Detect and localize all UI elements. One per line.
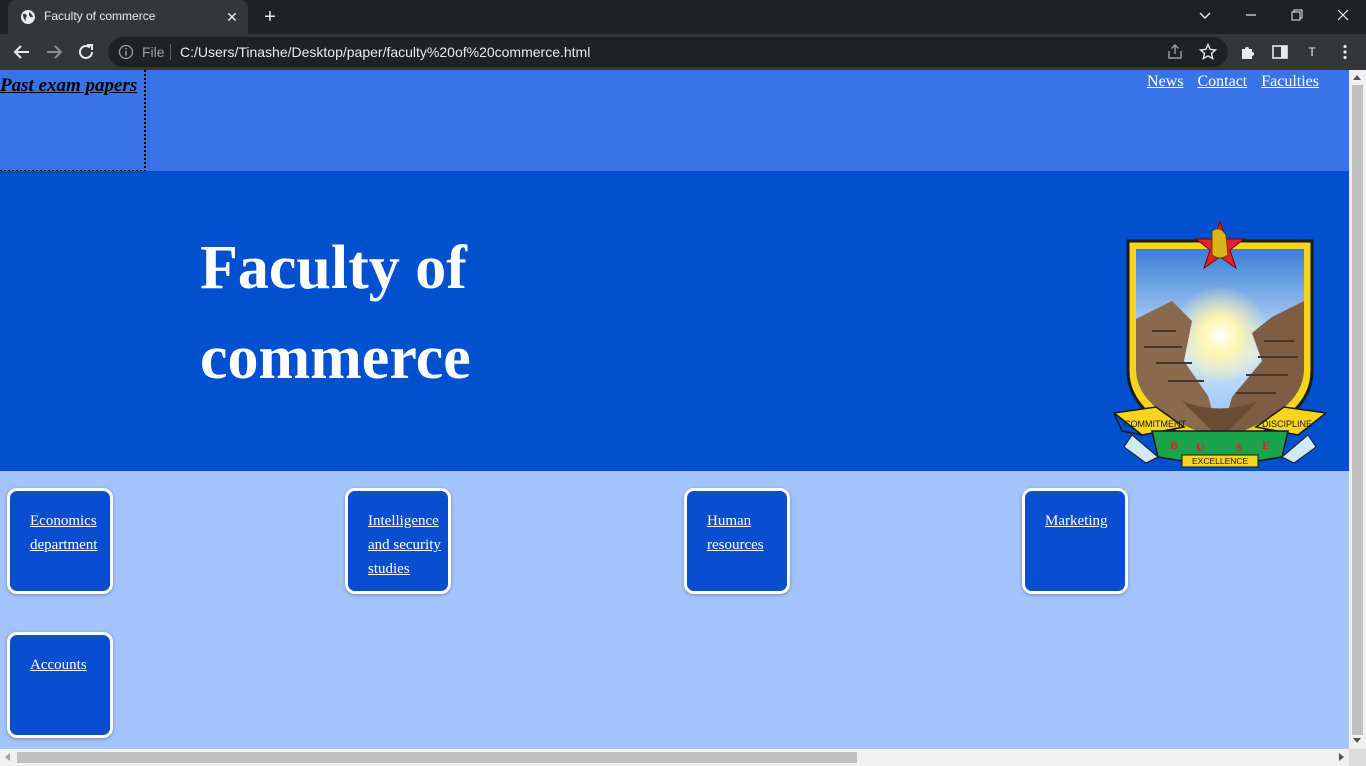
page-viewport: Past exam papers News Contact Faculties …	[0, 70, 1349, 749]
nav-news-link[interactable]: News	[1147, 73, 1183, 90]
crest-letter-b: B	[1170, 438, 1178, 452]
address-divider	[170, 44, 171, 60]
info-icon[interactable]	[118, 44, 134, 60]
hero-banner: Faculty of commerce COMMITMENT DISCIPLIN…	[0, 171, 1349, 471]
vertical-scroll-thumb[interactable]	[1352, 85, 1363, 735]
crest-letter-s: S	[1236, 440, 1243, 454]
minimize-icon	[1246, 14, 1256, 16]
forward-button[interactable]	[41, 39, 67, 65]
nav-contact-link[interactable]: Contact	[1197, 73, 1247, 90]
crest-motto-right: DISCIPLINE	[1262, 419, 1312, 429]
more-menu-icon[interactable]	[1336, 43, 1354, 61]
close-window-button[interactable]	[1320, 0, 1366, 30]
share-icon[interactable]	[1166, 43, 1184, 61]
accounts-link[interactable]: Accounts	[30, 653, 110, 677]
dept-card-intelligence[interactable]: Intelligence and security studies	[345, 488, 451, 594]
scrollbar-corner	[1349, 749, 1366, 766]
restore-button[interactable]	[1274, 0, 1320, 30]
tab-strip: Faculty of commerce ✕ +	[0, 0, 1366, 34]
site-header: Past exam papers News Contact Faculties	[0, 70, 1349, 172]
arrow-right-icon	[47, 45, 63, 59]
marketing-link[interactable]: Marketing	[1045, 509, 1125, 533]
bookmark-star-icon[interactable]	[1198, 42, 1218, 61]
profile-avatar[interactable]: T	[1301, 41, 1323, 63]
browser-toolbar: File C:/Users/Tinashe/Desktop/paper/facu…	[0, 34, 1366, 70]
minimize-button[interactable]	[1228, 0, 1274, 30]
human-resources-link[interactable]: Human resources	[707, 509, 787, 557]
crest-motto-bottom: EXCELLENCE	[1192, 456, 1249, 466]
horizontal-scrollbar[interactable]	[0, 749, 1349, 766]
file-scheme-label: File	[142, 44, 165, 60]
browser-tab[interactable]: Faculty of commerce ✕	[8, 0, 248, 34]
economics-department-link[interactable]: Economics department	[30, 509, 110, 557]
intelligence-security-link[interactable]: Intelligence and security studies	[368, 509, 448, 581]
arrow-left-icon	[13, 45, 29, 59]
dept-card-economics[interactable]: Economics department	[7, 488, 113, 594]
close-icon	[1337, 9, 1349, 21]
top-nav: News Contact Faculties	[1137, 73, 1319, 91]
crest-letter-e: E	[1262, 438, 1270, 452]
url-text[interactable]: C:/Users/Tinashe/Desktop/paper/faculty%2…	[180, 44, 590, 60]
horizontal-scroll-thumb[interactable]	[17, 752, 857, 763]
crest-motto-left: COMMITMENT	[1124, 419, 1186, 429]
scroll-up-arrow-icon[interactable]	[1353, 75, 1361, 80]
reload-icon	[79, 44, 93, 59]
close-tab-icon[interactable]: ✕	[224, 9, 240, 25]
dept-card-accounts[interactable]: Accounts	[7, 632, 113, 738]
tab-title: Faculty of commerce	[44, 9, 156, 23]
dept-card-marketing[interactable]: Marketing	[1022, 488, 1128, 594]
dept-card-human-resources[interactable]: Human resources	[684, 488, 790, 594]
address-bar[interactable]: File C:/Users/Tinashe/Desktop/paper/facu…	[108, 37, 1228, 67]
extensions-icon[interactable]	[1239, 43, 1257, 61]
restore-icon	[1291, 9, 1303, 21]
scroll-down-arrow-icon[interactable]	[1353, 738, 1361, 743]
past-exam-papers-link[interactable]: Past exam papers	[0, 75, 137, 97]
back-button[interactable]	[9, 39, 35, 65]
side-panel-icon[interactable]	[1271, 43, 1289, 61]
vertical-scrollbar[interactable]	[1349, 70, 1366, 749]
scroll-left-arrow-icon[interactable]	[5, 753, 10, 761]
page-title: Faculty of commerce	[200, 234, 471, 392]
globe-icon	[20, 9, 36, 25]
nav-faculties-link[interactable]: Faculties	[1261, 73, 1319, 90]
new-tab-button[interactable]: +	[258, 6, 282, 30]
chevron-down-icon	[1199, 12, 1211, 19]
reload-button[interactable]	[73, 39, 99, 65]
university-crest-logo: COMMITMENT DISCIPLINE B U S E EXCELLENCE	[1112, 221, 1328, 468]
crest-letter-u: U	[1196, 440, 1205, 454]
past-papers-box: Past exam papers	[0, 70, 146, 172]
tab-search-button[interactable]	[1182, 0, 1228, 30]
scroll-right-arrow-icon[interactable]	[1339, 753, 1344, 761]
